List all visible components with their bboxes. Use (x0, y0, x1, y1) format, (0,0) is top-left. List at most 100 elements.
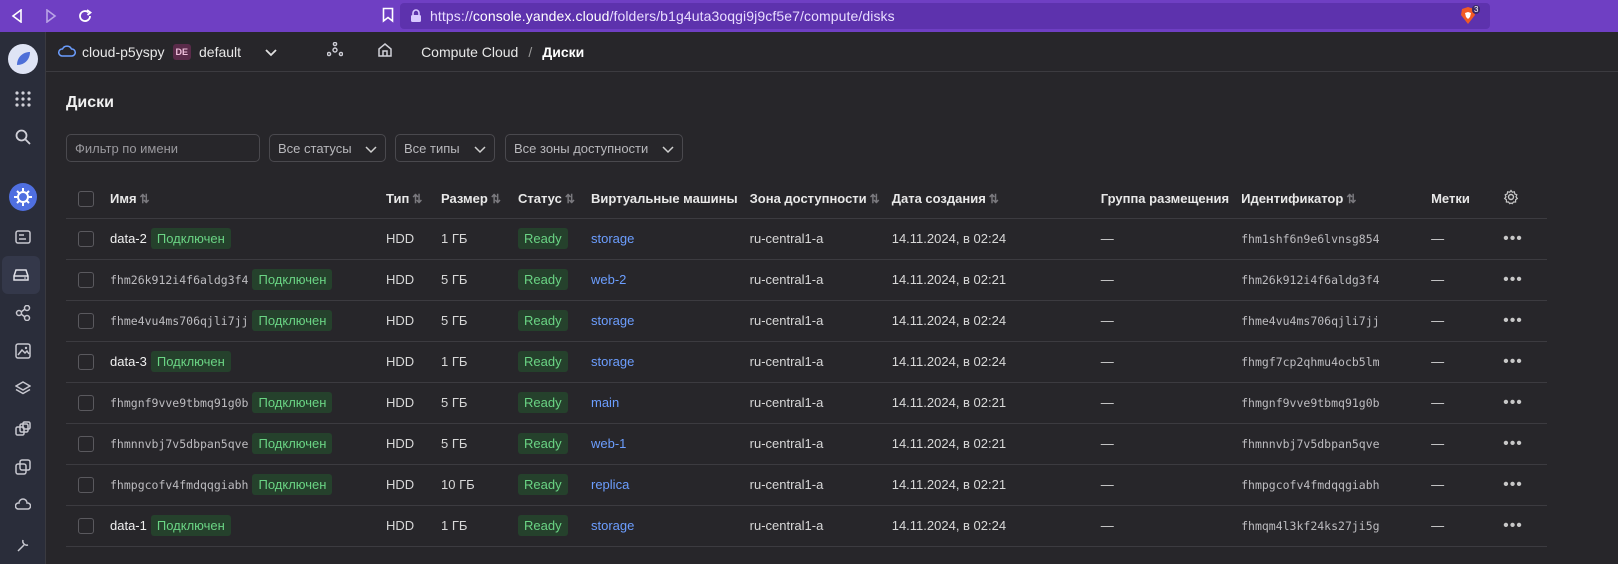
table-row[interactable]: fhmpgcofv4fmdqqgiabh Подключен HDD 10 ГБ Rea… (66, 464, 1548, 506)
forward-button[interactable] (34, 0, 68, 32)
row-checkbox[interactable] (78, 476, 94, 493)
placement-group: — (1094, 464, 1236, 506)
type-select[interactable]: Все типы (395, 134, 495, 162)
chevron-down-icon[interactable] (265, 44, 277, 60)
apps-grid-icon[interactable] (0, 80, 46, 118)
table-row[interactable]: fhmnnvbj7v5dbpan5qve Подключен HDD 5 ГБ Read… (66, 423, 1548, 465)
vm-link[interactable]: web-1 (591, 436, 626, 451)
vm-link[interactable]: replica (591, 477, 629, 492)
disk-name[interactable]: fhmpgcofv4fmdqqgiabh (110, 478, 248, 492)
disks-icon[interactable] (2, 256, 40, 294)
disk-id[interactable]: fhme4vu4ms706qjli7jj (1241, 314, 1379, 328)
table-row[interactable]: fhme4vu4ms706qjli7jj Подключен HDD 5 ГБ Read… (66, 300, 1548, 342)
more-actions-icon[interactable]: ••• (1503, 230, 1523, 247)
disk-id[interactable]: fhm26k912i4f6aldg3f4 (1241, 273, 1379, 287)
disk-name-cell: data-2 Подключен (104, 218, 380, 260)
zone: ru-central1-a (743, 341, 886, 383)
more-actions-icon[interactable]: ••• (1503, 353, 1523, 370)
disk-name[interactable]: fhm26k912i4f6aldg3f4 (110, 273, 248, 287)
vm-link[interactable]: storage (591, 231, 634, 246)
yandex-cloud-logo[interactable] (0, 40, 46, 78)
header-size[interactable]: Размер ⇅ (435, 180, 512, 219)
more-actions-icon[interactable]: ••• (1503, 271, 1523, 288)
table-row[interactable]: data-1 Подключен HDD 1 ГБ Ready storage ru-cen… (66, 505, 1548, 547)
row-checkbox[interactable] (78, 435, 94, 452)
folder-badge: DE (172, 43, 192, 60)
images-icon[interactable] (0, 332, 46, 370)
disk-id[interactable]: fhm1shf6n9e6lvnsg854 (1241, 232, 1379, 246)
zone: ru-central1-a (743, 300, 886, 342)
vm-link[interactable]: storage (591, 313, 634, 328)
address-bar[interactable]: https://console.yandex.cloud/folders/b1g… (400, 3, 1490, 29)
created-date: 14.11.2024, в 02:21 (885, 423, 1095, 465)
more-actions-icon[interactable]: ••• (1503, 394, 1523, 411)
copy-icon[interactable] (0, 448, 46, 486)
disk-id[interactable]: fhmqm4l3kf24ks27ji5g (1241, 519, 1379, 533)
status-select[interactable]: Все статусы (269, 134, 386, 162)
header-status[interactable]: Статус ⇅ (512, 180, 585, 219)
reload-button[interactable] (68, 0, 102, 32)
more-actions-icon[interactable]: ••• (1503, 517, 1523, 534)
header-settings[interactable] (1497, 180, 1548, 219)
back-button[interactable] (0, 0, 34, 32)
compute-service-icon[interactable] (0, 178, 46, 216)
disk-name[interactable]: fhme4vu4ms706qjli7jj (110, 314, 248, 328)
brave-shield-icon[interactable]: 3 (1458, 5, 1481, 26)
vm-link[interactable]: web-2 (591, 272, 626, 287)
row-checkbox[interactable] (78, 230, 94, 247)
snapshots-icon[interactable] (0, 410, 46, 448)
created-date: 14.11.2024, в 02:24 (885, 505, 1095, 547)
vm-link[interactable]: storage (591, 518, 634, 533)
folder-name[interactable]: default (199, 44, 241, 60)
header-created[interactable]: Дата создания ⇅ (885, 180, 1095, 219)
header-id[interactable]: Идентификатор ⇅ (1235, 180, 1426, 219)
cloud-name[interactable]: cloud-p5yspy (82, 44, 165, 60)
select-all-checkbox[interactable] (78, 191, 94, 208)
table-row[interactable]: fhm26k912i4f6aldg3f4 Подключен HDD 5 ГБ Read… (66, 259, 1548, 301)
actions-cell: ••• (1497, 505, 1548, 547)
row-checkbox[interactable] (78, 271, 94, 288)
name-filter-input[interactable]: Фильтр по имени (66, 134, 260, 162)
disk-id[interactable]: fhmgf7cp2qhmu4ocb5lm (1241, 355, 1379, 369)
more-actions-icon[interactable]: ••• (1503, 435, 1523, 452)
vm-link[interactable]: storage (591, 354, 634, 369)
header-type[interactable]: Тип ⇅ (380, 180, 435, 219)
vm-link[interactable]: main (591, 395, 619, 410)
row-checkbox[interactable] (78, 312, 94, 329)
table-row[interactable]: data-3 Подключен HDD 1 ГБ Ready storage ru-cen… (66, 341, 1548, 383)
vm-list-icon[interactable] (0, 218, 46, 256)
zone-select[interactable]: Все зоны доступности (505, 134, 683, 162)
disk-name[interactable]: fhmnnvbj7v5dbpan5qve (110, 437, 248, 451)
layers-icon[interactable] (0, 370, 46, 408)
status-cell: Ready (512, 341, 585, 383)
cloud-stack-icon[interactable] (0, 486, 46, 524)
bookmark-icon[interactable] (382, 7, 394, 28)
row-checkbox[interactable] (78, 517, 94, 534)
tools-icon[interactable] (0, 526, 46, 564)
row-checkbox-cell (66, 382, 104, 424)
row-checkbox[interactable] (78, 353, 94, 370)
breadcrumb-service[interactable]: Compute Cloud (421, 44, 518, 60)
more-actions-icon[interactable]: ••• (1503, 476, 1523, 493)
table-row[interactable]: data-2 Подключен HDD 1 ГБ Ready storage ru-cen… (66, 218, 1548, 260)
home-icon[interactable] (377, 42, 393, 61)
row-checkbox[interactable] (78, 394, 94, 411)
disk-id[interactable]: fhmpgcofv4fmdqqgiabh (1241, 478, 1379, 492)
disk-name[interactable]: fhmgnf9vve9tbmq91g0b (110, 396, 248, 410)
disk-name[interactable]: data-3 (110, 354, 147, 369)
more-actions-icon[interactable]: ••• (1503, 312, 1523, 329)
hub-icon[interactable] (326, 41, 344, 61)
id-cell: fhme4vu4ms706qjli7jj (1235, 300, 1426, 342)
header-zone[interactable]: Зона доступности ⇅ (743, 180, 886, 219)
placement-groups-icon[interactable] (0, 294, 46, 332)
disk-name[interactable]: data-1 (110, 518, 147, 533)
disk-id[interactable]: fhmgnf9vve9tbmq91g0b (1241, 396, 1379, 410)
table-row[interactable]: fhmgnf9vve9tbmq91g0b Подключен HDD 5 ГБ Read… (66, 382, 1548, 424)
disk-name[interactable]: data-2 (110, 231, 147, 246)
header-name[interactable]: Имя ⇅ (104, 180, 380, 219)
disk-id[interactable]: fhmnnvbj7v5dbpan5qve (1241, 437, 1379, 451)
search-icon[interactable] (0, 118, 46, 156)
status-cell: Ready (512, 505, 585, 547)
row-checkbox-cell (66, 259, 104, 301)
row-checkbox-cell (66, 218, 104, 260)
